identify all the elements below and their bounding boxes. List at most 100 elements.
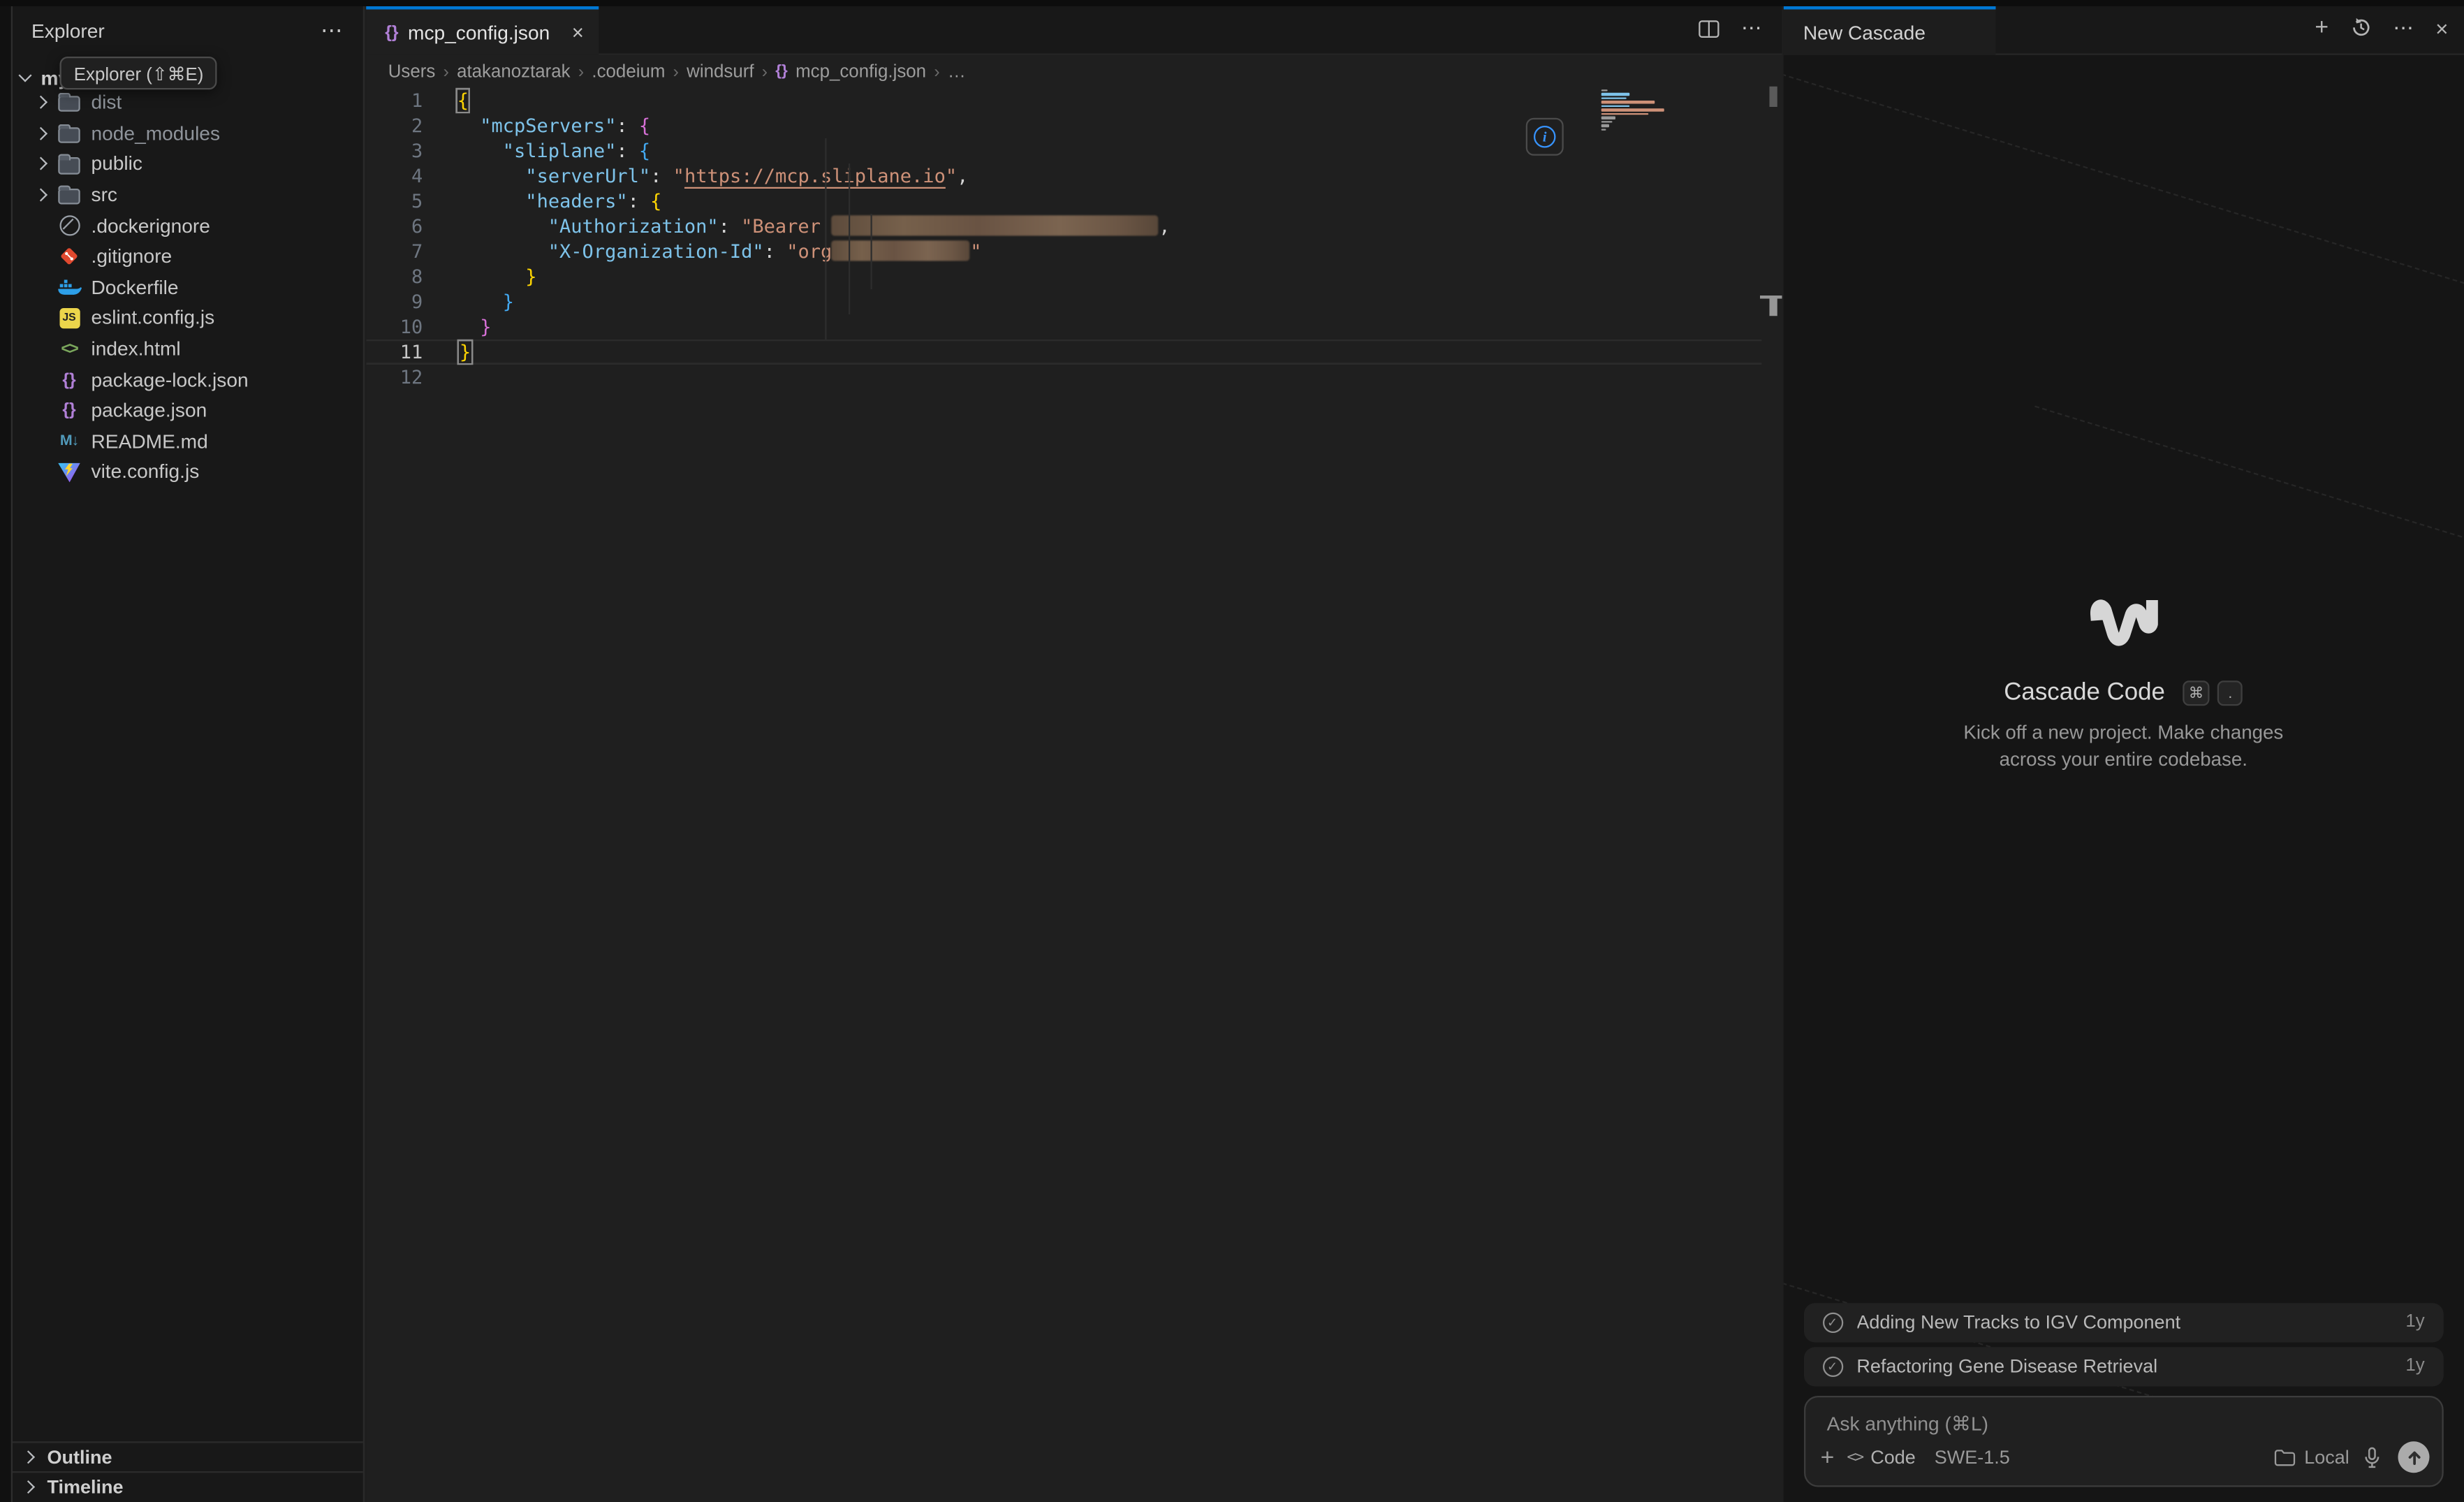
line-number: 8 xyxy=(366,264,423,289)
code-line-5[interactable]: 5 "headers": { xyxy=(366,189,1782,214)
conversation-history-list: ✓Adding New Tracks to IGV Component1y✓Re… xyxy=(1803,1302,2444,1390)
tree-file-.gitignore[interactable]: .gitignore xyxy=(13,241,363,272)
docker-icon xyxy=(57,278,82,297)
history-icon[interactable] xyxy=(2349,16,2373,40)
tree-file-package.json[interactable]: {}package.json xyxy=(13,395,363,425)
tree-folder-src[interactable]: src xyxy=(13,180,363,210)
tree-item-label: vite.config.js xyxy=(91,461,200,483)
line-number: 3 xyxy=(366,138,423,163)
scrollbar-thumb[interactable] xyxy=(1770,87,1777,107)
code-line-9[interactable]: 9 } xyxy=(366,289,1782,314)
tree-file-eslint.config.js[interactable]: JSeslint.config.js xyxy=(13,302,363,333)
new-cascade-icon[interactable]: + xyxy=(2315,14,2329,41)
conversation-age: 1y xyxy=(2405,1313,2424,1332)
editor-actions: ⋯ xyxy=(1699,16,1763,41)
cascade-panel: New Cascade + ⋯ × Cascade Code ⌘ . Kick … xyxy=(1783,0,2464,1502)
sidebar-section-outline[interactable]: Outline xyxy=(13,1441,363,1471)
code-line-10[interactable]: 10 } xyxy=(366,314,1782,340)
cascade-close-icon[interactable]: × xyxy=(2435,15,2448,40)
inline-info-button[interactable]: i xyxy=(1526,118,1564,156)
conversation-item[interactable]: ✓Refactoring Gene Disease Retrieval1y xyxy=(1803,1346,2444,1386)
tree-file-README.md[interactable]: M↓README.md xyxy=(13,426,363,457)
minimap[interactable] xyxy=(1601,89,1790,132)
tab-new-cascade[interactable]: New Cascade xyxy=(1783,6,1997,55)
code-line-11[interactable]: 11} xyxy=(366,340,1761,365)
line-number: 6 xyxy=(366,214,423,239)
code-text: "X-Organization-Id": "org" xyxy=(457,239,982,264)
mode-selector[interactable]: <> Code xyxy=(1847,1446,1915,1468)
json-file-icon: {} xyxy=(62,401,75,420)
tree-folder-dist[interactable]: dist xyxy=(13,87,363,118)
breadcrumb-item[interactable]: … xyxy=(948,62,966,81)
conversation-item[interactable]: ✓Adding New Tracks to IGV Component1y xyxy=(1803,1302,2444,1342)
cascade-subtitle: Kick off a new project. Make changes acr… xyxy=(1957,720,2290,772)
tree-folder-node_modules[interactable]: node_modules xyxy=(13,118,363,149)
indent-guide xyxy=(848,163,849,314)
tab-mcp-config[interactable]: {} mcp_config.json × xyxy=(366,6,599,55)
code-line-8[interactable]: 8 } xyxy=(366,264,1782,289)
send-button[interactable] xyxy=(2398,1441,2430,1473)
tree-item-label: node_modules xyxy=(91,122,221,145)
code-line-12[interactable]: 12 xyxy=(366,365,1782,390)
cascade-input-box[interactable]: Ask anything (⌘L) + <> Code SWE-1.5 Loca… xyxy=(1803,1396,2444,1487)
location-selector[interactable]: Local xyxy=(2274,1446,2349,1468)
tree-file-Dockerfile[interactable]: Dockerfile xyxy=(13,272,363,302)
code-text: { xyxy=(457,88,469,113)
window-top-edge xyxy=(0,0,2464,6)
tree-folder-public[interactable]: public xyxy=(13,149,363,180)
breadcrumb-separator: › xyxy=(443,62,449,81)
attach-plus-icon[interactable]: + xyxy=(1821,1444,1835,1471)
redacted-secret xyxy=(832,215,1159,235)
sidebar-section-timeline[interactable]: Timeline xyxy=(13,1472,363,1502)
breadcrumb-separator: › xyxy=(762,62,768,81)
breadcrumb-item[interactable]: windsurf xyxy=(687,62,754,81)
json-file-icon: {} xyxy=(62,370,75,389)
tree-item-label: index.html xyxy=(91,338,181,360)
ignore-file-icon xyxy=(59,215,79,235)
folder-icon xyxy=(58,126,80,143)
breadcrumb-item[interactable]: .codeium xyxy=(592,62,665,81)
line-number: 1 xyxy=(366,88,423,113)
breadcrumb-item[interactable]: mcp_config.json xyxy=(795,62,926,81)
explorer-more-icon[interactable]: ⋯ xyxy=(321,17,344,44)
cascade-title: Cascade Code xyxy=(2004,679,2165,708)
editor-tab-bar: {} mcp_config.json × ⋯ xyxy=(366,0,1782,55)
chevron-right-icon xyxy=(35,96,47,109)
model-selector[interactable]: SWE-1.5 xyxy=(1935,1446,2010,1468)
code-line-3[interactable]: 3 "sliplane": { xyxy=(366,138,1782,163)
windsurf-logo xyxy=(2085,595,2161,657)
tree-item-label: package-lock.json xyxy=(91,369,249,391)
code-line-4[interactable]: 4 "serverUrl": "https://mcp.sliplane.io"… xyxy=(366,163,1782,189)
code-line-1[interactable]: 1{ xyxy=(366,88,1782,113)
cascade-tab-title: New Cascade xyxy=(1803,21,1926,43)
tree-file-.dockerignore[interactable]: .dockerignore xyxy=(13,210,363,241)
tree-file-index.html[interactable]: <>index.html xyxy=(13,333,363,364)
code-line-6[interactable]: 6 "Authorization": "Bearer , xyxy=(366,214,1782,239)
breadcrumb-item[interactable]: Users xyxy=(388,62,436,81)
microphone-icon[interactable] xyxy=(2362,1445,2382,1469)
breadcrumb: Users›atakanoztarak›.codeium›windsurf›{}… xyxy=(366,55,1782,88)
code-area[interactable]: 1{2 "mcpServers": {3 "sliplane": {4 "ser… xyxy=(366,88,1782,390)
decorative-dashed-line xyxy=(2034,406,2464,605)
code-text: "mcpServers": { xyxy=(457,113,650,138)
explorer-tooltip: Explorer (⇧⌘E) xyxy=(60,57,218,89)
tab-close-icon[interactable]: × xyxy=(572,20,584,44)
split-editor-icon[interactable] xyxy=(1699,20,1719,37)
code-text: } xyxy=(457,289,514,314)
folder-icon xyxy=(58,96,80,112)
editor-more-icon[interactable]: ⋯ xyxy=(1741,16,1763,41)
cascade-more-icon[interactable]: ⋯ xyxy=(2393,15,2415,40)
conversation-age: 1y xyxy=(2405,1357,2424,1376)
editor-group: {} mcp_config.json × ⋯ Users › atakanoztar… xyxy=(366,0,1782,1502)
tree-file-vite.config.js[interactable]: vite.config.js xyxy=(13,457,363,488)
code-line-2[interactable]: 2 "mcpServers": { xyxy=(366,113,1782,138)
location-label: Local xyxy=(2304,1446,2349,1468)
breadcrumb-item[interactable]: atakanoztarak xyxy=(457,62,571,81)
code-line-7[interactable]: 7 "X-Organization-Id": "org" xyxy=(366,239,1782,264)
folder-icon xyxy=(58,157,80,174)
tree-file-package-lock.json[interactable]: {} package-lock.json xyxy=(13,364,363,395)
json-file-icon: {} xyxy=(775,63,788,80)
indent-guide xyxy=(871,214,872,289)
tree-item-label: Dockerfile xyxy=(91,276,179,298)
vite-icon xyxy=(58,462,80,482)
